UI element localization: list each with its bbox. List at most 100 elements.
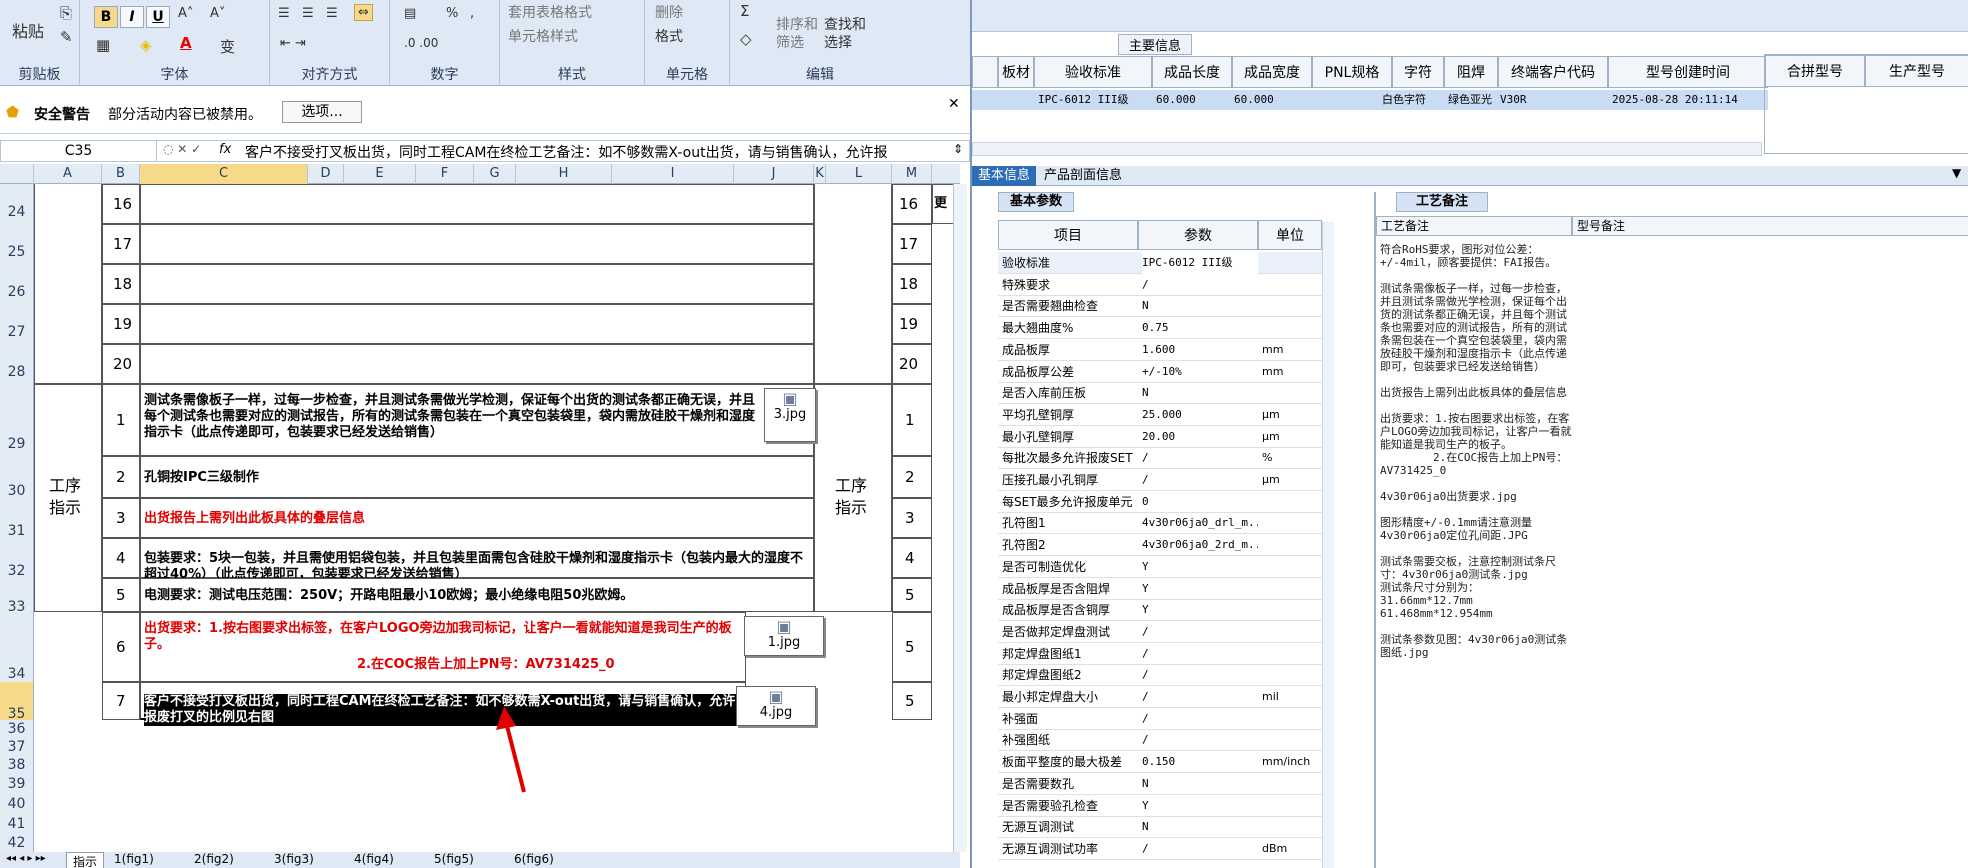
right-number-cell[interactable]: 2 — [892, 456, 932, 498]
col-header-h[interactable]: H — [516, 164, 612, 184]
percent-icon[interactable]: % — [446, 6, 458, 21]
num-cell[interactable]: 19 — [892, 304, 932, 344]
step-text-cell[interactable]: 客户不接受打叉板出货，同时工程CAM在终检工艺备注：如不够数需X-out出货，请… — [140, 682, 746, 726]
row-header-40[interactable]: 40 — [0, 794, 34, 814]
bold-button[interactable]: B — [94, 6, 118, 28]
font-color-icon[interactable]: A — [180, 34, 192, 52]
row-header-41[interactable]: 41 — [0, 814, 34, 834]
section-label-cell-right[interactable]: 工序 指示 — [814, 384, 892, 612]
fx-icon[interactable]: fx — [219, 142, 231, 157]
table-header[interactable]: 生产型号 — [1865, 55, 1968, 87]
param-row[interactable]: 无源互调测试功率/dBmY — [998, 838, 1334, 860]
col-header-a[interactable]: A — [34, 164, 102, 184]
row-header-29[interactable]: 29 — [0, 384, 34, 456]
empty-cell[interactable] — [140, 224, 814, 264]
param-row[interactable]: 补强面/Y — [998, 708, 1334, 730]
param-row[interactable]: 是否需要翘曲检查NY — [998, 295, 1334, 318]
step-text-cell[interactable]: 出货报告上需列出此板具体的叠层信息 — [140, 498, 814, 538]
cell-styles-button[interactable]: 单元格样式 — [508, 26, 578, 46]
border-icon[interactable]: ▦ — [96, 36, 110, 54]
param-row[interactable]: 成品板厚是否含铜厚YY — [998, 599, 1334, 622]
sheet-tab[interactable]: 5(fig5) — [434, 852, 474, 866]
step-text-cell[interactable]: 电测要求：测试电压范围：250V；开路电阻最小10欧姆；最小绝缘电阻50兆欧姆。 — [140, 578, 814, 612]
sheet-tab[interactable]: 3(fig3) — [274, 852, 314, 866]
row-header-38[interactable]: 38 — [0, 756, 34, 774]
paste-button[interactable]: 粘贴 — [12, 18, 44, 42]
phonetic-icon[interactable]: 变 — [220, 36, 235, 57]
image-attachment-icon[interactable]: ▣ 3.jpg — [764, 388, 816, 442]
param-row[interactable]: 特殊要求/Y — [998, 274, 1334, 296]
copy-icon[interactable]: ⎘ — [60, 4, 72, 22]
font-size-up-icon[interactable]: A˄ — [178, 6, 193, 21]
right-number-cell[interactable]: 5 — [892, 682, 932, 720]
row-header-25[interactable]: 25 — [0, 224, 34, 264]
image-attachment-icon[interactable]: ▣ 4.jpg — [736, 686, 816, 726]
step-number-cell[interactable]: 1 — [102, 384, 140, 456]
grid-header[interactable]: 参数 — [1138, 220, 1258, 250]
num-cell[interactable]: 18 — [102, 264, 140, 304]
currency-icon[interactable]: ▤ — [404, 6, 416, 21]
row-header-27[interactable]: 27 — [0, 304, 34, 344]
vertical-scrollbar[interactable] — [953, 184, 967, 852]
empty-cell[interactable] — [140, 344, 814, 384]
step-text-cell[interactable]: 出货要求：1.按右图要求出标签，在客户LOGO旁边加我司标记，让客户一看就能知道… — [140, 612, 746, 682]
table-header[interactable]: PNL规格 — [1312, 56, 1392, 88]
cell-a-top[interactable] — [34, 184, 102, 384]
num-cell[interactable]: 17 — [892, 224, 932, 264]
sheet-tab[interactable]: 1(fig1) — [114, 852, 154, 866]
num-cell[interactable]: 16 — [102, 184, 140, 224]
table-header[interactable]: 终端客户代码 — [1498, 56, 1608, 88]
col-header-i[interactable]: I — [612, 164, 734, 184]
param-row[interactable]: 板面平整度的最大极差0.150mm/inchY — [998, 751, 1334, 774]
grid-header[interactable]: 项目 — [998, 220, 1138, 250]
table-format-button[interactable]: 套用表格格式 — [508, 2, 592, 22]
num-cell[interactable]: 19 — [102, 304, 140, 344]
col-header-f[interactable]: F — [416, 164, 474, 184]
num-cell[interactable]: 20 — [892, 344, 932, 384]
clear-icon[interactable]: ◇ — [740, 30, 752, 48]
format-painter-icon[interactable]: ✎ — [60, 28, 73, 46]
expand-formula-icon[interactable]: ⇕ — [953, 142, 963, 156]
param-row[interactable]: 每SET最多允许报废单元0Y — [998, 491, 1334, 513]
italic-button[interactable]: I — [120, 6, 144, 28]
col-header-c[interactable]: C — [140, 164, 308, 184]
formula-buttons-icon[interactable]: ◌ ✕ ✓ — [163, 142, 201, 156]
tab-process-notes[interactable]: 工艺备注 — [1396, 192, 1488, 212]
col-header-j[interactable]: J — [734, 164, 814, 184]
row-header-35[interactable]: 35 — [0, 682, 34, 722]
step-text-cell[interactable]: 孔铜按IPC三级制作 — [140, 456, 814, 498]
param-row[interactable]: 是否入库前压板NY — [998, 382, 1334, 405]
param-row[interactable]: 验收标准IPC-6012 III级Y — [998, 252, 1334, 274]
col-header-g[interactable]: G — [474, 164, 516, 184]
row-header-28[interactable]: 28 — [0, 344, 34, 384]
right-number-cell[interactable]: 5 — [892, 612, 932, 682]
section-label-cell[interactable]: 工序 指示 — [34, 384, 102, 612]
col-header-m[interactable]: M — [892, 164, 932, 184]
image-attachment-icon[interactable]: ▣ 1.jpg — [744, 616, 824, 656]
row-header-33[interactable]: 33 — [0, 578, 34, 615]
step-number-cell[interactable]: 4 — [102, 538, 140, 578]
param-row[interactable]: 无源互调测试NY — [998, 816, 1334, 839]
row-header-26[interactable]: 26 — [0, 264, 34, 304]
param-row[interactable]: 是否可制造优化YY — [998, 556, 1334, 578]
formula-input[interactable]: 客户不接受打叉板出货，同时工程CAM在终检工艺备注：如不够数需X-out出货，请… — [245, 142, 888, 162]
table-header[interactable]: 验收标准 — [1034, 56, 1152, 88]
align-right-icon[interactable]: ☰ — [326, 6, 338, 21]
format-button[interactable]: 格式 — [655, 26, 683, 46]
param-row[interactable]: 是否需要验孔检查YY — [998, 795, 1334, 817]
horizontal-scrollbar[interactable] — [972, 142, 1762, 156]
step-text-cell[interactable]: 测试条需像板子一样，过每一步检查，并且测试条需做光学检测，保证每个出货的测试条都… — [140, 384, 814, 456]
right-number-cell[interactable]: 5 — [892, 578, 932, 612]
row-header-39[interactable]: 39 — [0, 774, 34, 794]
param-row[interactable]: 是否需要数孔NY — [998, 773, 1334, 795]
underline-button[interactable]: U — [146, 6, 170, 28]
param-row[interactable]: 成品板厚是否含阻焊YY — [998, 578, 1334, 600]
row-header-34[interactable]: 34 — [0, 612, 34, 682]
align-left-icon[interactable]: ☰ — [278, 6, 290, 21]
find-select-button[interactable]: 查找和 选择 — [824, 16, 866, 52]
decimal-icon[interactable]: .0 .00 — [404, 36, 438, 50]
col-header-e[interactable]: E — [344, 164, 416, 184]
right-number-cell[interactable]: 1 — [892, 384, 932, 456]
table-row[interactable]: IPC-6012 III级 60.000 60.000 白色字符 绿色亚光 V3… — [972, 90, 1768, 110]
num-cell[interactable]: 18 — [892, 264, 932, 304]
